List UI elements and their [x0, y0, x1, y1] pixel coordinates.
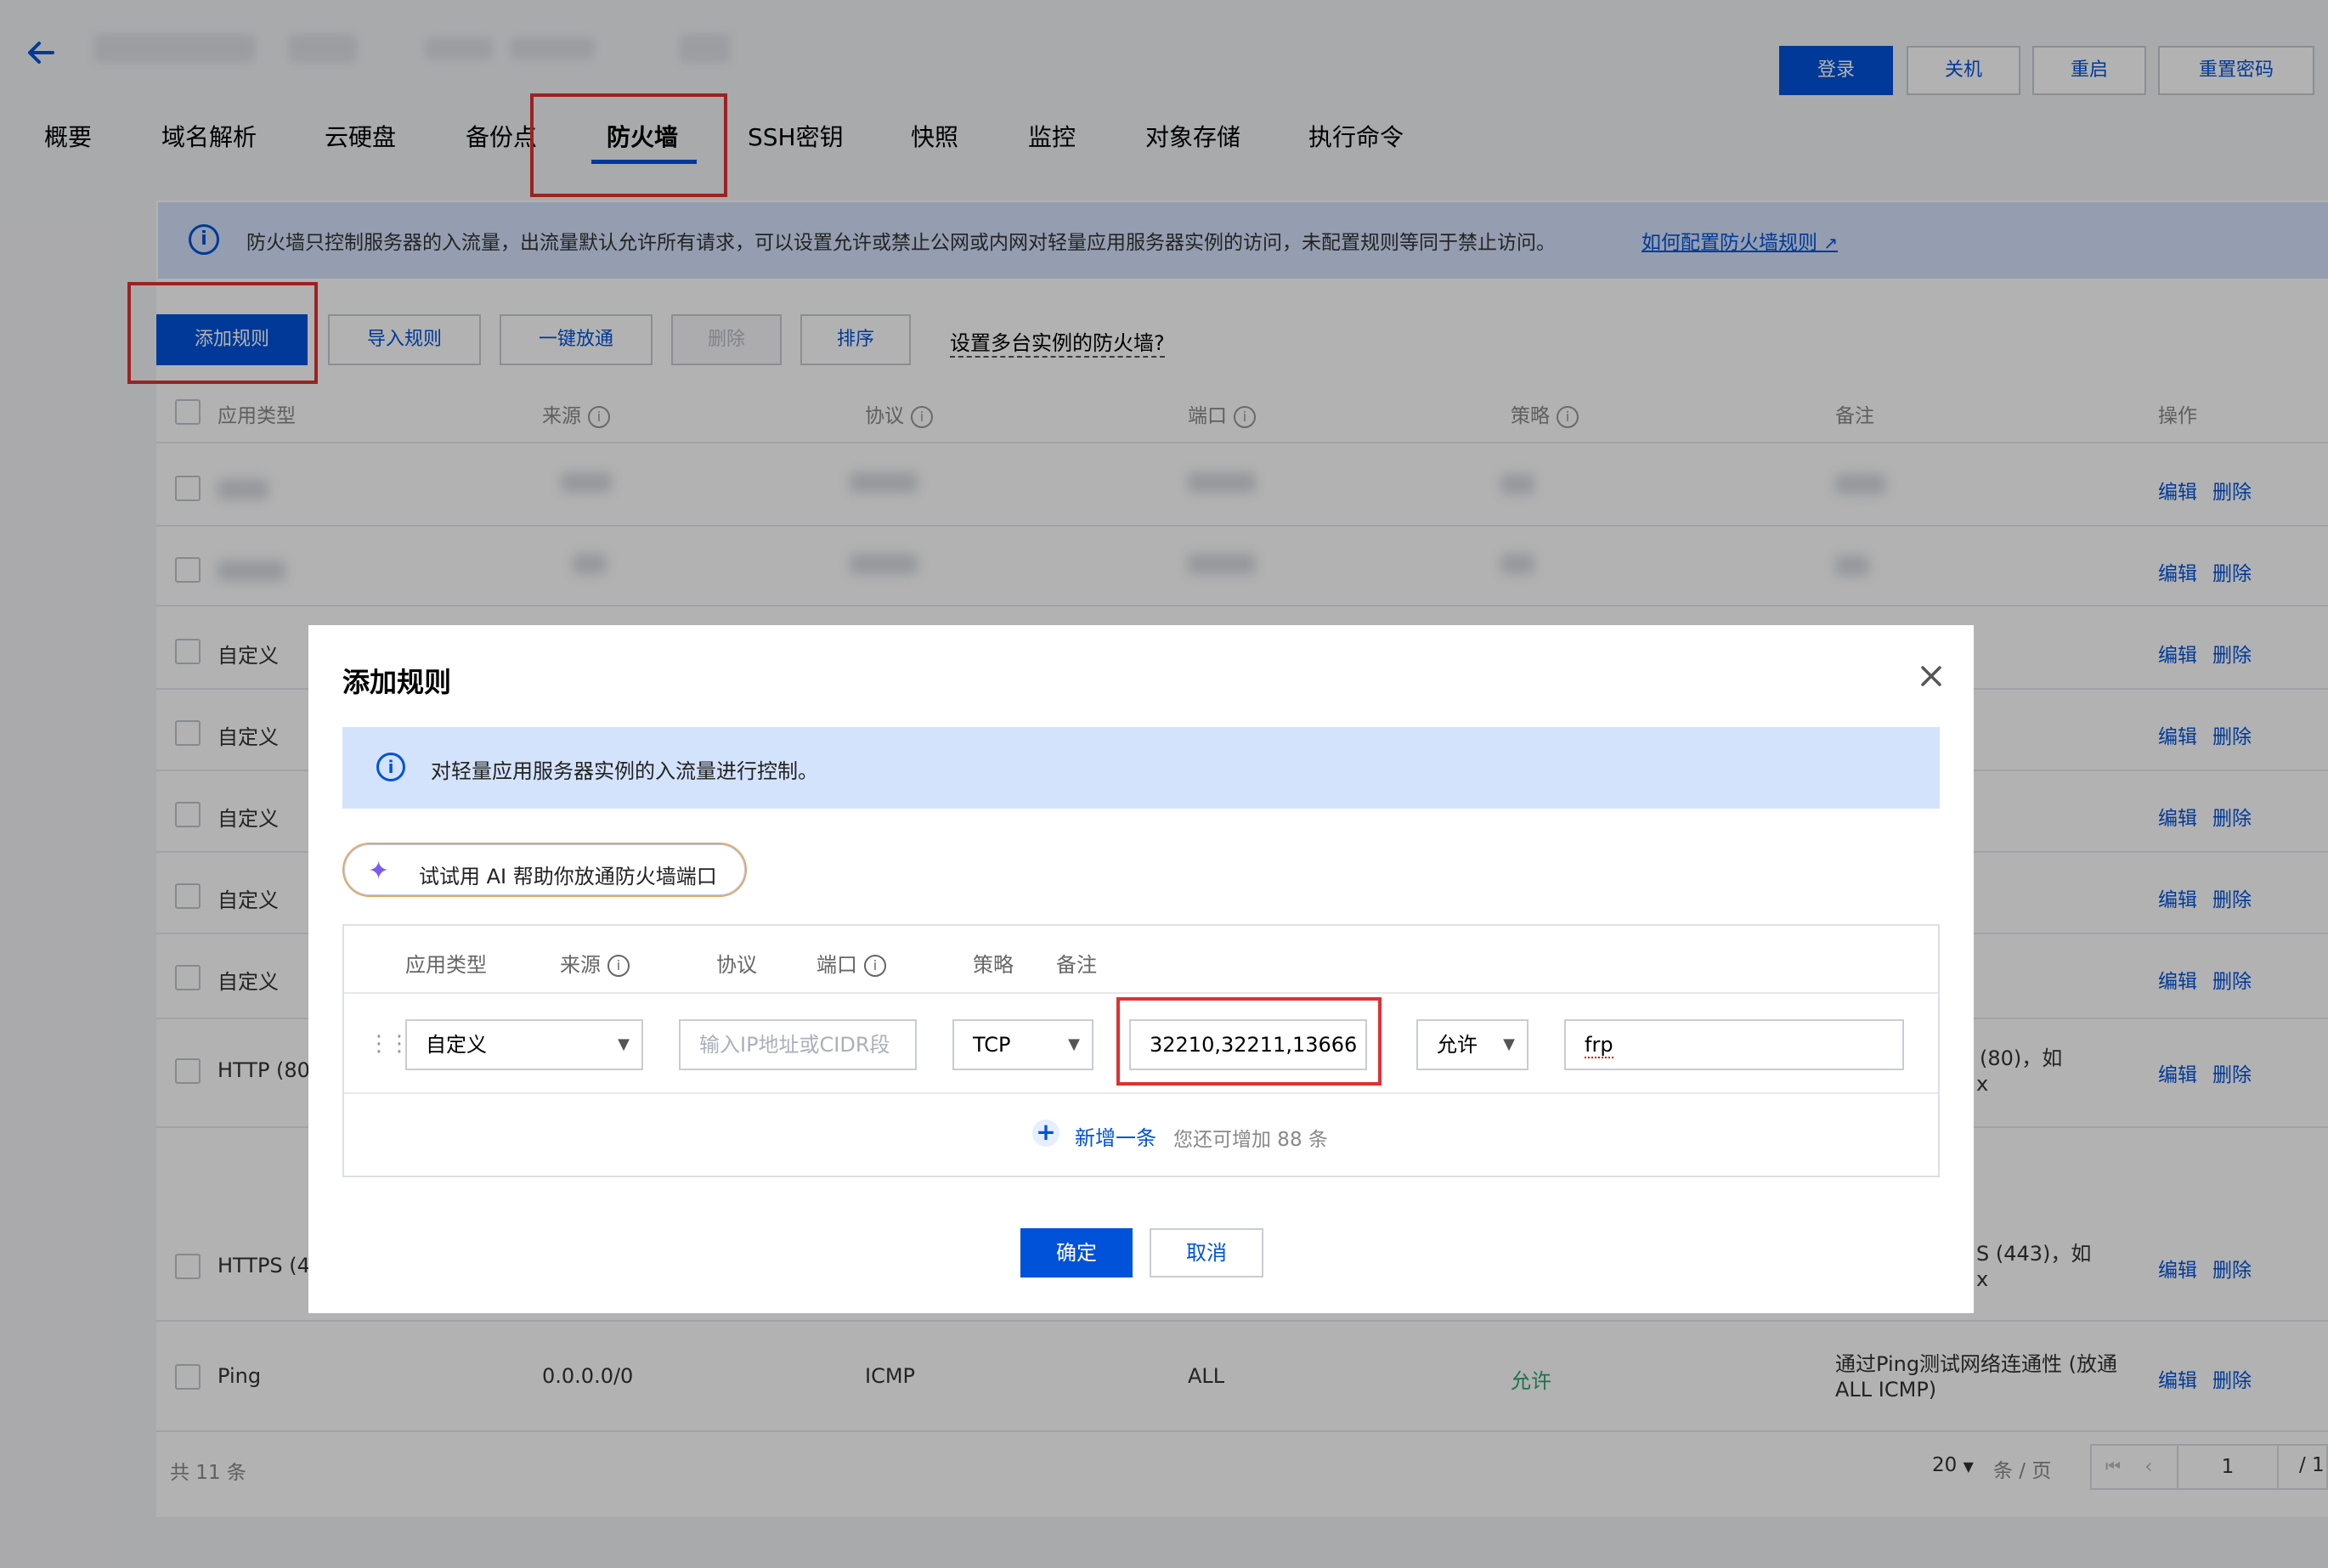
add-rule-dialog: 添加规则 i 对轻量应用服务器实例的入流量进行控制。 ✦ 试试用 AI 帮助你放…: [308, 625, 1974, 1313]
add-row-hint: 您还可增加 88 条: [1173, 1129, 1328, 1151]
ai-assist-button[interactable]: ✦ 试试用 AI 帮助你放通防火墙端口: [342, 843, 747, 897]
ai-assist-label[interactable]: 试试用 AI 帮助你放通防火墙端口: [419, 860, 717, 889]
policy-select[interactable]: 允许 ▼: [1416, 1019, 1528, 1070]
row-divider: [344, 992, 1938, 994]
info-icon: i: [607, 955, 630, 977]
dialog-info-banner: i 对轻量应用服务器实例的入流量进行控制。: [342, 727, 1940, 809]
cancel-button[interactable]: 取消: [1150, 1228, 1263, 1278]
policy-value[interactable]: 允许: [1437, 1033, 1478, 1057]
info-icon: i: [864, 955, 886, 977]
plus-icon[interactable]: +: [1032, 1120, 1059, 1147]
dialog-title: 添加规则: [342, 666, 452, 698]
app-type-value[interactable]: 自定义: [426, 1033, 487, 1057]
sparkle-icon: ✦: [368, 856, 390, 886]
info-icon: i: [376, 753, 405, 781]
dialog-info-text: 对轻量应用服务器实例的入流量进行控制。: [431, 759, 818, 783]
editor-col-protocol: 协议: [716, 953, 757, 977]
editor-col-source-label: 来源: [560, 953, 601, 977]
chevron-down-icon: ▼: [618, 1035, 630, 1053]
note-input[interactable]: frp: [1564, 1019, 1904, 1070]
close-icon[interactable]: [1914, 659, 1948, 693]
editor-col-port-label: 端口: [816, 953, 857, 977]
drag-handle-icon[interactable]: ⋮⋮: [368, 1031, 410, 1057]
protocol-select[interactable]: TCP ▼: [952, 1019, 1093, 1070]
confirm-button[interactable]: 确定: [1020, 1228, 1133, 1278]
chevron-down-icon: ▼: [1503, 1035, 1515, 1053]
editor-col-note: 备注: [1056, 953, 1097, 977]
app-page: 登录 关机 重启 重置密码 概要 域名解析 云硬盘 备份点 防火墙 SSH密钥 …: [0, 0, 2328, 1568]
app-type-select[interactable]: 自定义 ▼: [405, 1019, 643, 1070]
editor-col-type: 应用类型: [405, 953, 487, 977]
row-divider: [344, 1092, 1938, 1094]
add-row-link[interactable]: 新增一条: [1075, 1121, 1156, 1151]
editor-col-policy: 策略: [973, 953, 1014, 977]
source-input[interactable]: 输入IP地址或CIDR段: [679, 1019, 917, 1070]
protocol-value[interactable]: TCP: [973, 1033, 1010, 1057]
note-value[interactable]: frp: [1585, 1033, 1613, 1058]
chevron-down-icon: ▼: [1068, 1035, 1080, 1053]
highlight-box-port: [1116, 997, 1382, 1086]
editor-col-port: 端口 i: [816, 948, 886, 978]
editor-col-source: 来源 i: [560, 948, 630, 978]
